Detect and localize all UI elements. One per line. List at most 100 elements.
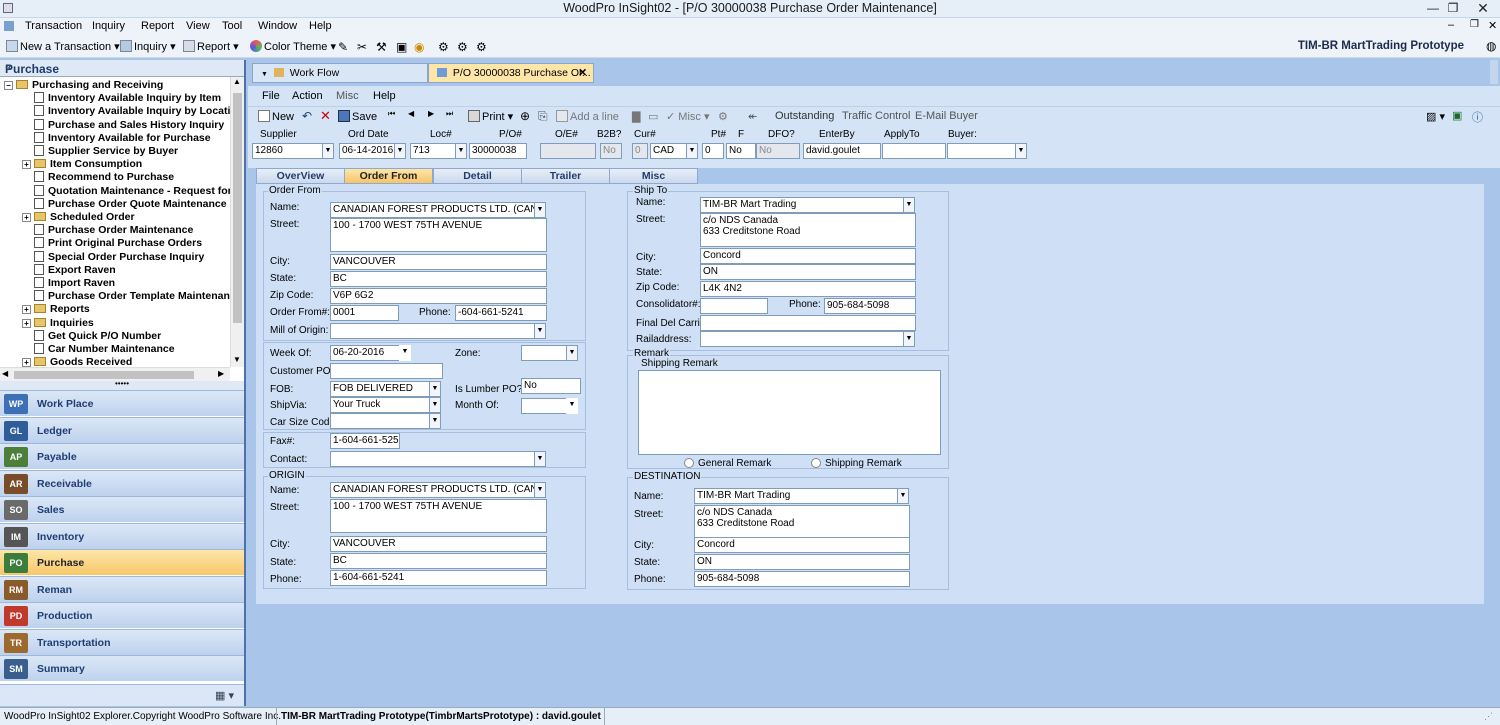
- oe-number-field[interactable]: [540, 143, 596, 159]
- scroll-down-icon[interactable]: ▼: [233, 355, 241, 364]
- b2b-field[interactable]: No: [600, 143, 622, 159]
- cur-number-field[interactable]: 0: [632, 143, 648, 159]
- customer-po-field[interactable]: [330, 363, 443, 379]
- scroll-thumb[interactable]: [233, 93, 242, 323]
- tool-g-icon[interactable]: ⚙: [457, 40, 468, 54]
- tab-purchase-order[interactable]: P/O 30000038 Purchase Or... ✕: [428, 63, 594, 83]
- order-from-number-field[interactable]: 0001: [330, 305, 399, 321]
- form-tab-order-from[interactable]: Order From: [344, 168, 433, 184]
- currency-field[interactable]: CAD: [650, 143, 688, 159]
- tab-work-flow[interactable]: ▼ Work Flow: [252, 63, 428, 83]
- tool-f-icon[interactable]: ⚙: [438, 40, 449, 54]
- last-record-icon[interactable]: ⏭: [446, 109, 453, 119]
- close-tab-icon[interactable]: ✕: [578, 64, 587, 82]
- close-icon[interactable]: ✕: [1468, 0, 1498, 16]
- zone-dropdown-icon[interactable]: ▼: [566, 345, 578, 361]
- nav-payable[interactable]: AP Payable: [0, 443, 244, 469]
- tree-item[interactable]: + Inquiries: [22, 317, 94, 330]
- week-of-field[interactable]: 06-20-2016: [330, 345, 400, 361]
- doc-menu-action[interactable]: Action: [292, 90, 323, 102]
- contact-dropdown-icon[interactable]: ▼: [534, 451, 546, 467]
- nav-purchase[interactable]: PO Purchase: [0, 549, 244, 575]
- ship-to-name-field[interactable]: TIM-BR Mart Trading: [700, 197, 904, 213]
- configure-buttons-icon[interactable]: ▦ ▾: [215, 689, 234, 702]
- contact-field[interactable]: [330, 451, 536, 467]
- order-from-zip-field[interactable]: V6P 6G2: [330, 288, 547, 304]
- order-from-phone-field[interactable]: -604-661-5241: [455, 305, 547, 321]
- tree-item[interactable]: − Purchasing and Receiving: [4, 79, 163, 92]
- report-button[interactable]: Report ▾: [183, 40, 239, 53]
- final-del-carrier-field[interactable]: [700, 315, 916, 331]
- doc-menu-misc[interactable]: Misc: [336, 90, 359, 102]
- color-theme-button[interactable]: Color Theme ▾: [250, 40, 336, 53]
- form-tab-misc[interactable]: Misc: [609, 168, 698, 184]
- ship-to-street-field[interactable]: c/o NDS Canada 633 Creditstone Road: [700, 213, 916, 247]
- new-transaction-button[interactable]: New a Transaction ▾: [6, 40, 120, 53]
- destination-state-field[interactable]: ON: [694, 554, 910, 570]
- delete-icon[interactable]: ✕: [320, 108, 331, 124]
- tree-item[interactable]: + Scheduled Order: [22, 211, 135, 224]
- info-icon[interactable]: ⓘ: [1472, 109, 1483, 125]
- menu-inquiry[interactable]: Inquiry: [92, 20, 125, 32]
- tree-item[interactable]: Export Raven: [22, 263, 116, 277]
- tree-item[interactable]: Quotation Maintenance - Request for Quot…: [22, 184, 230, 198]
- mdi-minimize-icon[interactable]: –: [1448, 19, 1454, 31]
- ord-date-dropdown-icon[interactable]: ▼: [394, 143, 406, 159]
- tree-item[interactable]: Car Number Maintenance: [22, 343, 175, 356]
- f-field[interactable]: No: [726, 143, 756, 159]
- buyer-field[interactable]: [947, 143, 1017, 159]
- destination-name-dropdown-icon[interactable]: ▼: [897, 488, 909, 504]
- copy-icon[interactable]: ⎘: [538, 109, 548, 124]
- export-icon[interactable]: ▣: [1452, 109, 1462, 122]
- nav-reman[interactable]: RM Reman: [0, 575, 244, 602]
- shipvia-field[interactable]: Your Truck: [330, 397, 430, 413]
- tree-item[interactable]: Inventory Available Inquiry by Item: [22, 92, 221, 105]
- expand-icon[interactable]: +: [22, 305, 31, 315]
- fob-dropdown-icon[interactable]: ▼: [429, 381, 441, 397]
- tool-d-icon[interactable]: ▣: [396, 40, 407, 54]
- car-size-field[interactable]: [330, 413, 430, 429]
- nav-receivable[interactable]: AR Receivable: [0, 469, 244, 496]
- tool-a-icon[interactable]: ✎: [338, 40, 348, 54]
- month-of-field[interactable]: [521, 398, 567, 414]
- tool-e-icon[interactable]: ◉: [414, 40, 424, 54]
- expand-icon[interactable]: +: [22, 358, 31, 367]
- nav-work-place[interactable]: WP Work Place: [0, 390, 244, 416]
- expand-icon[interactable]: +: [22, 318, 31, 328]
- menu-tool[interactable]: Tool: [222, 20, 242, 32]
- mill-of-origin-field[interactable]: [330, 323, 536, 339]
- settings-dropdown-icon[interactable]: ▨ ▾: [1426, 110, 1445, 123]
- order-from-state-field[interactable]: BC: [330, 271, 547, 287]
- destination-street-field[interactable]: c/o NDS Canada 633 Creditstone Road: [694, 505, 910, 538]
- email-buyer-button[interactable]: E-Mail Buyer: [915, 110, 978, 122]
- tree-item[interactable]: + Goods Received: [22, 356, 132, 367]
- fob-field[interactable]: FOB DELIVERED: [330, 381, 430, 397]
- car-size-dropdown-icon[interactable]: ▼: [429, 413, 441, 429]
- menu-transaction[interactable]: Transaction: [25, 20, 82, 32]
- prev-record-icon[interactable]: ◀: [408, 109, 414, 118]
- traffic-control-button[interactable]: Traffic Control: [842, 110, 910, 122]
- tree-vertical-scrollbar[interactable]: ▲ ▼: [230, 77, 244, 367]
- week-of-dropdown-icon[interactable]: ▼: [399, 345, 411, 361]
- right-edge-scrollbar[interactable]: [1490, 60, 1498, 84]
- shipvia-dropdown-icon[interactable]: ▼: [429, 397, 441, 413]
- nav-production[interactable]: PD Production: [0, 602, 244, 628]
- order-from-city-field[interactable]: VANCOUVER: [330, 254, 547, 270]
- hscroll-thumb[interactable]: [14, 371, 194, 379]
- insert-line-icon[interactable]: ▭: [648, 110, 658, 123]
- doc-menu-help[interactable]: Help: [373, 90, 396, 102]
- consolidator-field[interactable]: [700, 298, 768, 314]
- pt-field[interactable]: 0: [702, 143, 724, 159]
- ship-to-name-dropdown-icon[interactable]: ▼: [903, 197, 915, 213]
- fax-field[interactable]: 1-604-661-5253: [330, 433, 400, 449]
- buyer-dropdown-icon[interactable]: ▼: [1015, 143, 1027, 159]
- destination-city-field[interactable]: Concord: [694, 537, 910, 553]
- origin-state-field[interactable]: BC: [330, 553, 547, 569]
- menu-report[interactable]: Report: [141, 20, 174, 32]
- next-record-icon[interactable]: ▶: [428, 109, 434, 118]
- ship-to-state-field[interactable]: ON: [700, 264, 916, 280]
- ship-to-phone-field[interactable]: 905-684-5098: [824, 298, 916, 314]
- general-remark-radio[interactable]: General Remark: [684, 458, 771, 469]
- nav-summary[interactable]: SM Summary: [0, 655, 244, 681]
- railaddress-field[interactable]: [700, 331, 904, 347]
